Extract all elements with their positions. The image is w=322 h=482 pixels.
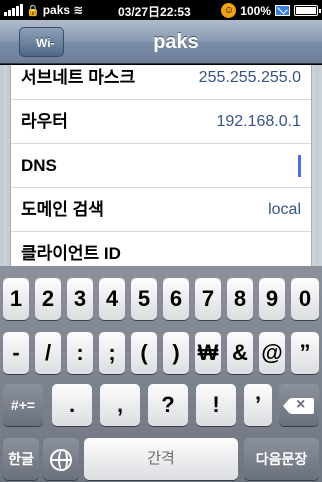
lock-icon: 🔒 [26, 4, 40, 17]
wifi-icon: ≋ [73, 3, 84, 17]
globe-icon [50, 449, 72, 472]
key[interactable]: ” [291, 332, 319, 374]
carrier-label: paks [42, 3, 71, 17]
key[interactable]: 3 [67, 278, 93, 320]
row-label: 도메인 검색 [21, 200, 104, 219]
globe-key[interactable] [43, 438, 79, 480]
backspace-icon [283, 395, 314, 415]
key[interactable]: 5 [131, 278, 157, 320]
row-label: 클라이언트 ID [21, 244, 121, 263]
key[interactable]: 9 [259, 278, 285, 320]
key[interactable]: @ [259, 332, 285, 374]
delete-key[interactable] [279, 384, 319, 426]
row-label: 서브네트 마스크 [21, 68, 136, 87]
key[interactable]: & [227, 332, 253, 374]
row-value: local [268, 201, 301, 218]
key[interactable]: ; [99, 332, 125, 374]
symbols-mode-key[interactable]: #+= [3, 384, 43, 426]
signal-bars-icon [4, 4, 23, 16]
key[interactable]: . [52, 384, 92, 426]
text-cursor [298, 155, 301, 177]
row-label: 라우터 [21, 112, 68, 131]
settings-content: 서브네트 마스크 255.255.255.0 라우터 192.168.0.1 D… [0, 65, 322, 266]
key[interactable]: 7 [195, 278, 221, 320]
key[interactable]: ( [131, 332, 157, 374]
battery-percent: 100% [240, 3, 271, 18]
battery-icon [294, 5, 321, 16]
row-value: 255.255.255.0 [198, 69, 301, 86]
key[interactable]: ! [196, 384, 236, 426]
key[interactable]: : [67, 332, 93, 374]
key[interactable]: 2 [35, 278, 61, 320]
key[interactable]: 8 [227, 278, 253, 320]
return-key[interactable]: 다음문장 [244, 438, 319, 480]
key[interactable]: / [35, 332, 61, 374]
key[interactable]: 0 [291, 278, 319, 320]
key[interactable]: ’ [244, 384, 272, 426]
row-label: DNS [21, 156, 57, 175]
navigation-bar: paks Wi-Fi 네트워크 [0, 20, 322, 200]
key[interactable]: ) [163, 332, 189, 374]
row-value: 192.168.0.1 [216, 113, 301, 130]
row-dns[interactable]: DNS [11, 144, 311, 188]
space-key[interactable]: 간격 [84, 438, 238, 480]
key[interactable]: ₩ [195, 332, 221, 374]
key[interactable]: ? [148, 384, 188, 426]
back-button[interactable]: Wi-Fi 네트워크 [19, 27, 64, 200]
settings-group: 서브네트 마스크 255.255.255.0 라우터 192.168.0.1 D… [10, 65, 312, 266]
smiley-icon: ☺ [221, 3, 237, 18]
row-subnet-mask[interactable]: 서브네트 마스크 255.255.255.0 [11, 65, 311, 100]
row-domain-search[interactable]: 도메인 검색 local [11, 188, 311, 232]
row-router[interactable]: 라우터 192.168.0.1 [11, 100, 311, 144]
status-datetime: 03/27日22:53 [118, 5, 191, 19]
key[interactable]: - [3, 332, 29, 374]
language-key[interactable]: 한글 [3, 438, 39, 480]
key[interactable]: 6 [163, 278, 189, 320]
mail-icon [275, 5, 290, 16]
key[interactable]: 1 [3, 278, 29, 320]
row-client-id[interactable]: 클라이언트 ID [11, 232, 311, 266]
keyboard: 1 2 3 4 5 6 7 8 9 0 - / : ; ( ) ₩ & @ ” … [0, 266, 322, 482]
status-bar: 🔒 paks ≋ 03/27日22:53 ☺ 100% [0, 0, 322, 20]
key[interactable]: , [100, 384, 140, 426]
key[interactable]: 4 [99, 278, 125, 320]
